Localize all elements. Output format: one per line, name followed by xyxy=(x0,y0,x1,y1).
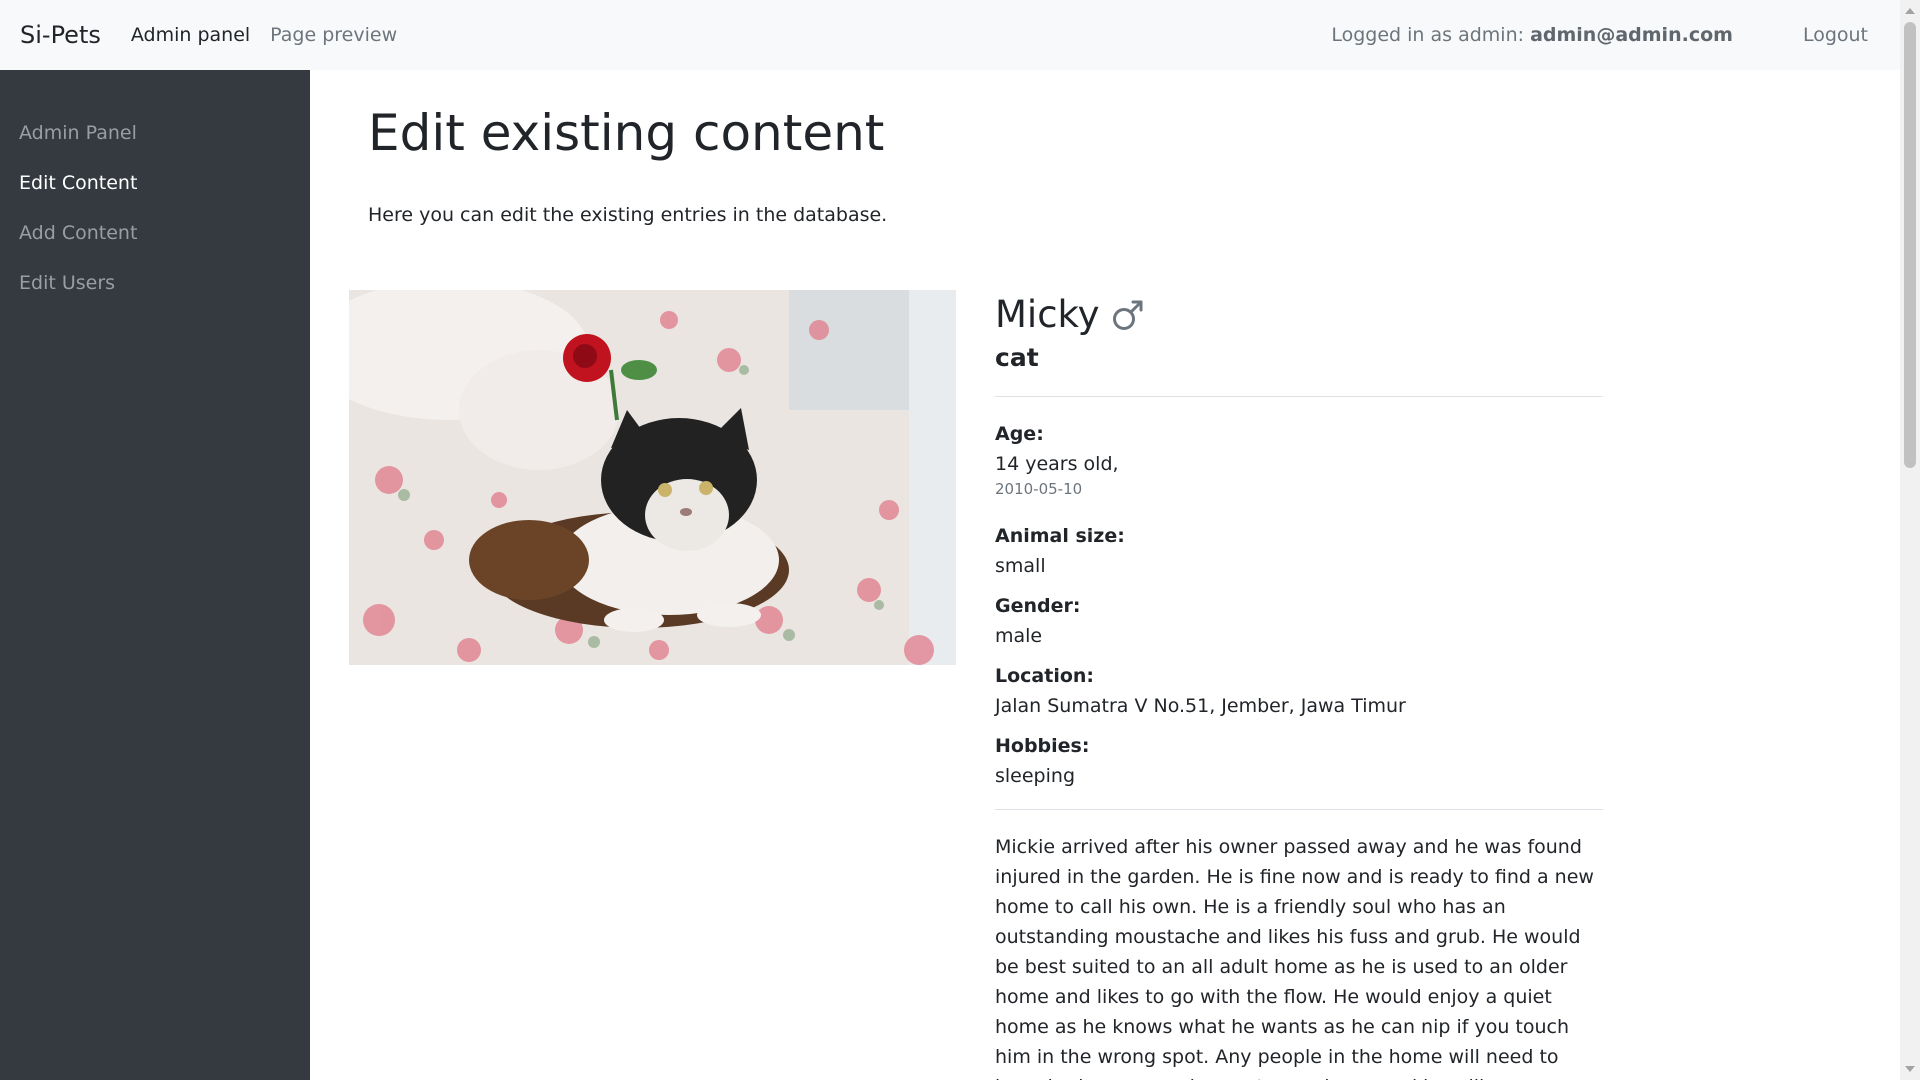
location-value: Jalan Sumatra V No.51, Jember, Jawa Timu… xyxy=(995,695,1406,717)
page-lead: Here you can edit the existing entries i… xyxy=(368,204,888,226)
hobbies-group: Hobbies: sleeping xyxy=(995,731,1603,791)
location-label: Location: xyxy=(995,665,1095,687)
sidebar-item-admin-panel[interactable]: Admin Panel xyxy=(0,108,310,158)
pet-description: Mickie arrived after his owner passed aw… xyxy=(995,836,1594,1080)
nav-admin-panel-link[interactable]: Admin panel xyxy=(131,24,250,46)
gender-label: Gender: xyxy=(995,595,1081,617)
scroll-thumb[interactable] xyxy=(1904,22,1916,468)
login-prefix: Logged in as admin: xyxy=(1331,24,1525,46)
male-icon xyxy=(1112,300,1143,330)
login-email: admin@admin.com xyxy=(1530,24,1733,46)
scroll-up-arrow-icon[interactable] xyxy=(1905,8,1915,14)
nav-page-preview-link[interactable]: Page preview xyxy=(270,24,397,46)
pet-species: cat xyxy=(995,343,1039,372)
top-navbar: Si-Pets Admin panel Page preview Logged … xyxy=(0,0,1900,70)
sidebar-item-edit-content[interactable]: Edit Content xyxy=(0,158,310,208)
scrollbar[interactable] xyxy=(1900,0,1920,1080)
age-group: Age: 14 years old, 2010-05-10 xyxy=(995,419,1603,499)
main-content: Edit existing content Here you can edit … xyxy=(310,70,1900,1080)
divider xyxy=(995,809,1603,810)
brand-link[interactable]: Si-Pets xyxy=(20,21,101,49)
sidebar-item-edit-users[interactable]: Edit Users xyxy=(0,258,310,308)
logout-link[interactable]: Logout xyxy=(1803,24,1868,46)
location-group: Location: Jalan Sumatra V No.51, Jember,… xyxy=(995,661,1603,721)
pet-name-row: Micky xyxy=(995,292,1603,338)
size-value: small xyxy=(995,555,1046,577)
cat-photo-illustration xyxy=(349,290,956,665)
gender-group: Gender: male xyxy=(995,591,1603,651)
size-label: Animal size: xyxy=(995,525,1125,547)
page: Si-Pets Admin panel Page preview Logged … xyxy=(0,0,1920,1080)
hobbies-label: Hobbies: xyxy=(995,735,1090,757)
gender-value: male xyxy=(995,625,1043,647)
login-info: Logged in as admin: admin@admin.com xyxy=(1331,24,1733,46)
page-title: Edit existing content xyxy=(368,104,885,162)
birth-date: 2010-05-10 xyxy=(995,480,1083,498)
pet-details: Micky cat Age: 14 years old, 2010-05-10 … xyxy=(995,292,1603,1080)
divider xyxy=(995,396,1603,397)
sidebar: Admin Panel Edit Content Add Content Edi… xyxy=(0,70,310,1080)
pet-photo xyxy=(349,290,956,665)
age-label: Age: xyxy=(995,423,1044,445)
sidebar-item-add-content[interactable]: Add Content xyxy=(0,208,310,258)
scroll-down-arrow-icon[interactable] xyxy=(1905,1066,1915,1072)
size-group: Animal size: small xyxy=(995,521,1603,581)
pet-name: Micky xyxy=(995,293,1100,336)
age-value: 14 years old, xyxy=(995,453,1119,475)
hobbies-value: sleeping xyxy=(995,765,1075,787)
